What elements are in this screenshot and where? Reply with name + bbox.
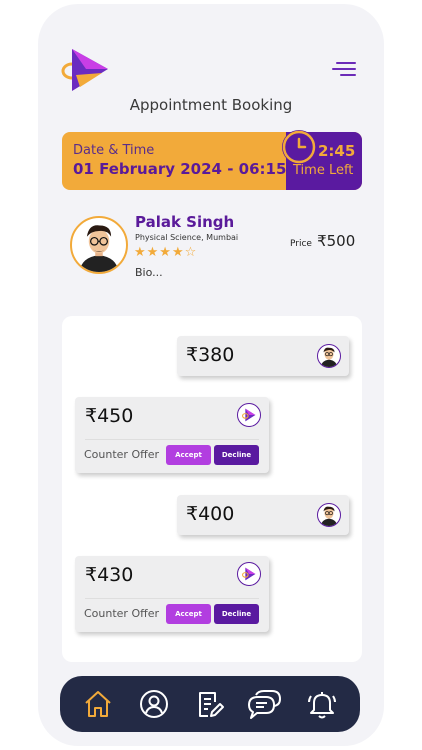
bubble-divider (85, 598, 259, 599)
clock-icon (282, 130, 316, 164)
avatar-illustration (73, 219, 125, 272)
brand-logo-icon (237, 562, 261, 586)
profile-avatar (70, 216, 128, 274)
datetime-value: 01 February 2024 - 06:15 (73, 160, 287, 178)
bottom-nav (60, 676, 360, 732)
page-title: Appointment Booking (129, 96, 293, 114)
accept-button[interactable]: Accept (166, 604, 211, 624)
counter-offer-bubble: ₹430 Counter Offer Accept Decline (75, 556, 269, 632)
menu-button[interactable] (330, 62, 356, 80)
profile-subtitle: Physical Science, Mumbai (135, 233, 239, 242)
offer-amount: ₹380 (186, 344, 235, 366)
user-offer-bubble: ₹400 (177, 495, 349, 535)
menu-line-1 (336, 62, 356, 64)
offer-amount: ₹450 (85, 405, 134, 427)
accept-button[interactable]: Accept (166, 445, 211, 465)
bubble-divider (85, 439, 259, 440)
counter-offer-label: Counter Offer (84, 607, 159, 620)
decline-button[interactable]: Decline (214, 604, 259, 624)
offer-amount: ₹400 (186, 503, 235, 525)
brand-logo-icon (237, 403, 261, 427)
countdown-timer: 2:45 (318, 142, 356, 160)
counter-offer-label: Counter Offer (84, 448, 159, 461)
nav-notifications[interactable] (306, 688, 338, 720)
home-icon (85, 691, 111, 717)
chat-icon (248, 690, 281, 719)
counter-offer-bubble: ₹450 Counter Offer Accept Decline (75, 397, 269, 473)
nav-notes[interactable] (194, 688, 226, 720)
user-avatar-icon (317, 344, 341, 368)
offer-amount: ₹430 (85, 564, 134, 586)
menu-line-3 (340, 74, 356, 76)
decline-button[interactable]: Decline (214, 445, 259, 465)
price-block: Price ₹500 (290, 231, 355, 250)
nav-home[interactable] (82, 688, 114, 720)
user-offer-bubble: ₹380 (177, 336, 349, 376)
menu-line-2 (332, 68, 356, 70)
price-value: ₹500 (317, 232, 356, 250)
bell-icon (308, 692, 336, 719)
app-logo (61, 49, 108, 91)
nav-profile[interactable] (138, 688, 170, 720)
nav-chat[interactable] (246, 688, 282, 720)
price-label: Price (290, 239, 312, 249)
profile-bio: Bio... (135, 266, 163, 279)
time-left-label: Time Left (293, 163, 354, 178)
time-left-box: 2:45 Time Left (282, 130, 362, 190)
rating-stars: ★★★★☆ (134, 245, 198, 260)
user-avatar-icon (317, 503, 341, 527)
profile-icon (140, 690, 168, 718)
edit-note-icon (199, 692, 224, 717)
profile-name: Palak Singh (135, 213, 235, 231)
datetime-banner: Date & Time 01 February 2024 - 06:15 2:4… (62, 130, 362, 190)
datetime-label: Date & Time (73, 143, 155, 158)
